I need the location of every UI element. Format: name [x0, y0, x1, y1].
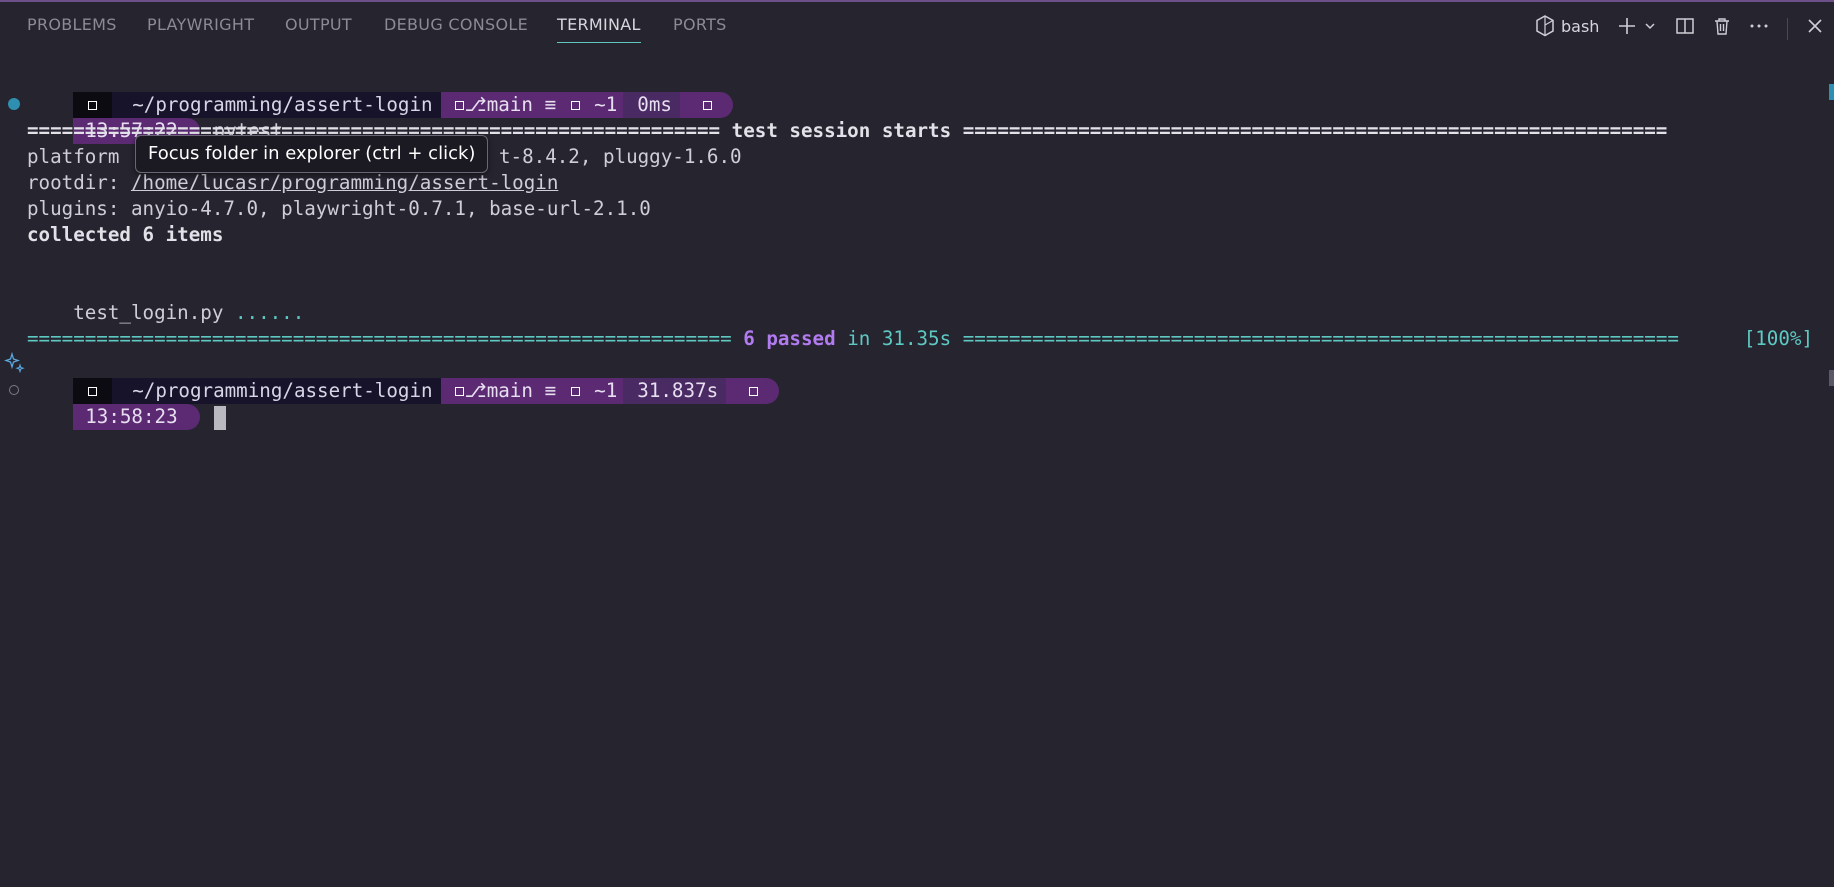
sparkle-icon[interactable]: [3, 351, 26, 378]
tab-ports[interactable]: PORTS: [673, 15, 727, 43]
git-branch: main: [486, 93, 533, 116]
test-progress: [100%]: [1743, 327, 1813, 350]
git-branch-icon: ⎇: [464, 93, 487, 116]
platform-line: platform t-8.4.2, pluggy-1.6.0: [27, 144, 742, 170]
new-terminal-button[interactable]: [1616, 12, 1638, 40]
git-status: ≡: [544, 379, 557, 402]
test-result-line: test_login.py ...... [100%]: [27, 274, 1815, 350]
prompt-end-icon: [679, 92, 733, 118]
terminal-dropdown-button[interactable]: [1642, 12, 1658, 40]
summary-duration: in 31.35s: [835, 327, 963, 350]
more-icon: [1749, 16, 1769, 36]
terminal-cursor: [213, 405, 226, 430]
git-segment: ⎇main ≡ ~1: [440, 92, 624, 118]
prompt-end-icon: [726, 378, 780, 404]
summary-rule-right: ========================================…: [962, 327, 1679, 350]
platform-prefix: platform: [27, 145, 131, 168]
prompt-time-line-1: 13:57:22 pytest: [27, 92, 283, 144]
git-stash-icon: [570, 101, 580, 110]
tab-terminal[interactable]: TERMINAL: [557, 15, 641, 43]
platform-suffix: t-8.4.2, pluggy-1.6.0: [499, 145, 742, 168]
trash-icon: [1712, 16, 1732, 36]
test-dots: ......: [234, 301, 305, 324]
command-pending-decoration[interactable]: [9, 385, 19, 395]
git-stash-icon: [570, 387, 580, 396]
plus-icon: [1617, 16, 1637, 36]
prompt-time: 13:58:23: [73, 404, 200, 430]
prompt-duration: 31.837s: [623, 378, 741, 404]
shell-icon: [1535, 15, 1555, 37]
hover-tooltip: Focus folder in explorer (ctrl + click): [135, 135, 489, 173]
close-icon: [1807, 18, 1823, 34]
git-status: ≡: [544, 93, 557, 116]
rootdir-line: rootdir: /home/lucasr/programming/assert…: [27, 170, 558, 196]
kill-terminal-button[interactable]: [1711, 12, 1733, 40]
panel-tab-bar: PROBLEMS PLAYWRIGHT OUTPUT DEBUG CONSOLE…: [0, 2, 1834, 50]
shell-label: bash: [1561, 16, 1600, 36]
prompt-time-line-2: 13:58:23: [27, 378, 226, 430]
prompt-line-1: ~/programming/assert-login ⎇main ≡ ~1 0ms: [27, 66, 733, 118]
tab-debug-console[interactable]: DEBUG CONSOLE: [384, 15, 528, 43]
terminal-output[interactable]: ~/programming/assert-login ⎇main ≡ ~1 0ms …: [0, 60, 1834, 887]
scrollbar-marker: [1829, 370, 1834, 386]
split-terminal-button[interactable]: [1674, 12, 1696, 40]
more-actions-button[interactable]: [1748, 12, 1770, 40]
tab-playwright[interactable]: PLAYWRIGHT: [147, 15, 254, 43]
scrollbar-marker: [1829, 84, 1834, 100]
summary-passed: 6 passed: [743, 327, 836, 350]
summary-line: ========================================…: [27, 326, 1679, 352]
tab-output[interactable]: OUTPUT: [285, 15, 352, 43]
git-changes: ~1: [594, 93, 618, 116]
command-success-decoration[interactable]: [8, 98, 20, 110]
test-file-name: test_login.py: [73, 301, 224, 324]
git-branch: main: [486, 379, 533, 402]
git-segment: ⎇main ≡ ~1: [440, 378, 624, 404]
toolbar-divider: [1787, 18, 1788, 40]
git-changes: ~1: [594, 379, 618, 402]
prompt-line-2: ~/programming/assert-login ⎇main ≡ ~1 31.8…: [27, 352, 780, 404]
summary-rule-left: ========================================…: [27, 327, 744, 350]
tab-problems[interactable]: PROBLEMS: [27, 15, 117, 43]
git-branch-icon: ⎇: [464, 379, 487, 402]
split-icon: [1675, 16, 1695, 36]
rootdir-label: rootdir:: [27, 171, 131, 194]
chevron-down-icon: [1644, 20, 1656, 32]
shell-selector-button[interactable]: bash: [1535, 12, 1599, 40]
plugins-line: plugins: anyio-4.7.0, playwright-0.7.1, …: [27, 197, 651, 220]
close-panel-button[interactable]: [1804, 12, 1826, 40]
rootdir-path-link[interactable]: /home/lucasr/programming/assert-login: [131, 171, 558, 194]
collected-line: collected 6 items: [27, 223, 224, 246]
